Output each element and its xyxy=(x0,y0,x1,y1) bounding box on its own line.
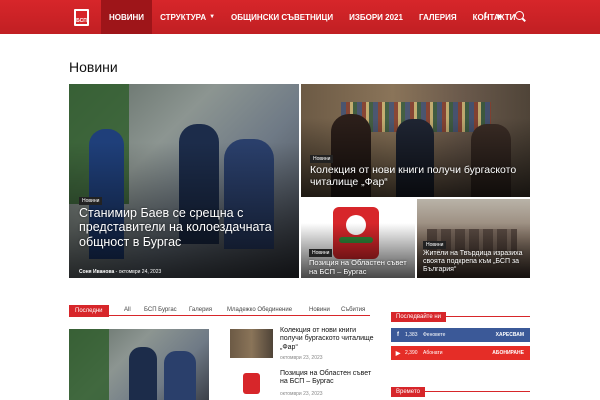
facebook-follow-row[interactable]: f 1,383 Феновете ХАРЕСВАМ xyxy=(391,328,530,342)
featured-post-main[interactable]: Новини Станимир Баев се срещна с предста… xyxy=(69,84,299,278)
bsp-rose-logo xyxy=(243,373,260,394)
list-item-date: октомври 23, 2023 xyxy=(280,355,323,361)
featured-title[interactable]: Жители на Твърдица изразиха своята подкр… xyxy=(423,250,528,274)
latest-post-thumbnail[interactable] xyxy=(69,329,209,400)
featured-post-3[interactable]: Новини Позиция на Областен съвет на БСП … xyxy=(301,199,415,278)
subscribe-button[interactable]: АБОНИРАНЕ xyxy=(492,350,530,356)
tab-sabitiya[interactable]: Събития xyxy=(341,307,365,313)
featured-title[interactable]: Станимир Баев се срещна с представители … xyxy=(79,206,294,249)
like-button[interactable]: ХАРЕСВАМ xyxy=(496,332,530,338)
latest-tabs: Последни All БСП Бургас Галерия Младежко… xyxy=(69,305,370,317)
list-item-title[interactable]: Колекция от нови книги получи бургаското… xyxy=(280,327,375,352)
list-item-thumbnail[interactable] xyxy=(230,329,273,358)
list-item-title[interactable]: Позиция на Областен съвет на БСП – Бурга… xyxy=(280,370,375,387)
post-meta: Соня Иванова - октомври 24, 2023 xyxy=(79,269,162,275)
youtube-follow-row[interactable]: ▶ 2,390 Абонати АБОНИРАНЕ xyxy=(391,346,530,360)
youtube-icon: ▶ xyxy=(395,350,401,357)
nav-item-galeriya[interactable]: ГАЛЕРИЯ xyxy=(411,0,465,34)
list-item-thumbnail[interactable] xyxy=(230,370,273,399)
main-menu: НОВИНИ СТРУКТУРА ▼ ОБЩИНСКИ СЪВЕТНИЦИ ИЗБ… xyxy=(101,0,523,34)
top-navigation-bar: БСП НОВИНИ СТРУКТУРА ▼ ОБЩИНСКИ СЪВЕТНИЦИ… xyxy=(0,0,600,34)
logo-text: БСП xyxy=(76,11,87,24)
featured-title[interactable]: Колекция от нови книги получи бургаското… xyxy=(310,164,520,188)
bsp-logo[interactable]: БСП xyxy=(74,9,89,26)
chevron-down-icon: ▼ xyxy=(209,14,216,20)
featured-title[interactable]: Позиция на Областен съвет на БСП – Бурга… xyxy=(309,258,411,276)
featured-post-2[interactable]: Новини Колекция от нови книги получи бур… xyxy=(301,84,530,197)
list-item-date: октомври 23, 2023 xyxy=(280,391,323,397)
category-badge[interactable]: Новини xyxy=(79,197,103,205)
tab-bsp-burgas[interactable]: БСП Бургас xyxy=(144,307,177,313)
nav-item-obshtinski-savetnici[interactable]: ОБЩИНСКИ СЪВЕТНИЦИ xyxy=(223,0,341,34)
tab-galeriya[interactable]: Галерия xyxy=(189,307,212,313)
search-icon[interactable] xyxy=(515,11,524,20)
nav-item-struktura[interactable]: СТРУКТУРА ▼ xyxy=(152,0,223,34)
category-badge[interactable]: Новини xyxy=(423,241,447,249)
tab-all[interactable]: All xyxy=(124,307,131,313)
category-badge[interactable]: Новини xyxy=(310,155,334,163)
category-badge[interactable]: Новини xyxy=(309,249,333,257)
nav-item-izbori-2021[interactable]: ИЗБОРИ 2021 xyxy=(341,0,411,34)
post-author: Соня Иванова xyxy=(79,269,115,275)
youtube-icon[interactable]: ▶ xyxy=(498,13,503,20)
tab-novini[interactable]: Новини xyxy=(309,307,330,313)
post-date: октомври 24, 2023 xyxy=(118,269,162,275)
page-title: Новини xyxy=(69,59,118,75)
weather-header: Времето xyxy=(391,380,530,397)
follow-us-header: Последвайте ни xyxy=(391,305,530,322)
tab-mladezhko-obedinenie[interactable]: Младежко Обединение xyxy=(227,307,292,313)
tab-posledni[interactable]: Последни xyxy=(69,305,109,317)
nav-item-novini[interactable]: НОВИНИ xyxy=(101,0,153,34)
featured-post-4[interactable]: Новини Жители на Твърдица изразиха своят… xyxy=(417,199,530,278)
facebook-icon: f xyxy=(397,332,399,338)
facebook-icon[interactable]: f xyxy=(484,11,487,20)
